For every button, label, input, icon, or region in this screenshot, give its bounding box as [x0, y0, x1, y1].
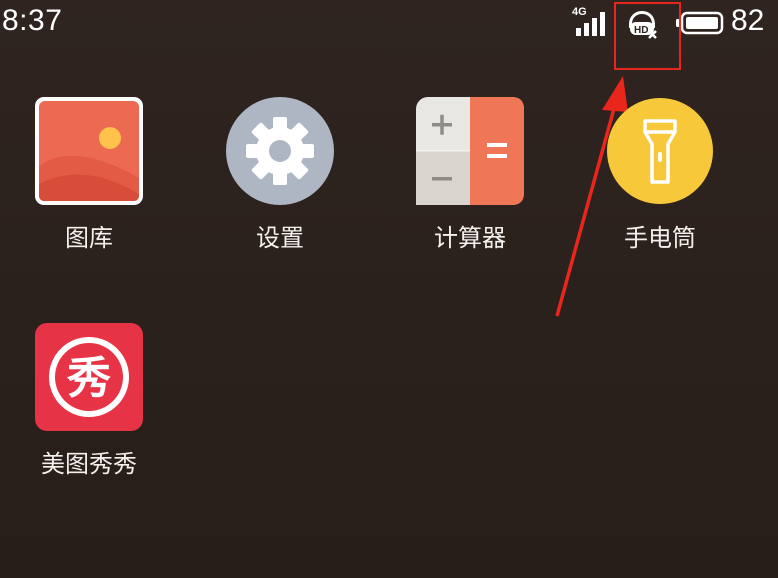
app-flashlight[interactable]: 手电筒 — [590, 96, 730, 253]
meitu-icon-text: 秀 — [66, 353, 111, 404]
calculator-icon — [415, 96, 525, 206]
annotation-arrow — [555, 76, 628, 317]
gear-icon — [225, 96, 335, 206]
app-calculator[interactable]: 计算器 — [400, 96, 540, 253]
flashlight-icon — [605, 96, 715, 206]
cellular-signal: 4G — [572, 6, 612, 38]
app-label: 设置 — [256, 224, 304, 252]
highlight-box — [614, 2, 681, 70]
battery-icon — [676, 11, 724, 35]
app-label: 手电筒 — [624, 224, 696, 252]
app-label: 美图秀秀 — [41, 450, 137, 478]
signal-bars-icon — [576, 12, 605, 36]
app-gallery[interactable]: 图库 — [19, 96, 159, 253]
meitu-icon: 秀 — [34, 322, 144, 432]
gallery-icon — [34, 96, 144, 206]
clock-time: 8:37 — [2, 4, 63, 37]
app-label: 计算器 — [434, 224, 506, 252]
app-meitu[interactable]: 秀 美图秀秀 — [19, 322, 159, 479]
app-settings[interactable]: 设置 — [210, 96, 350, 253]
battery-level-text: 82 — [731, 4, 765, 37]
app-label: 图库 — [65, 224, 113, 252]
